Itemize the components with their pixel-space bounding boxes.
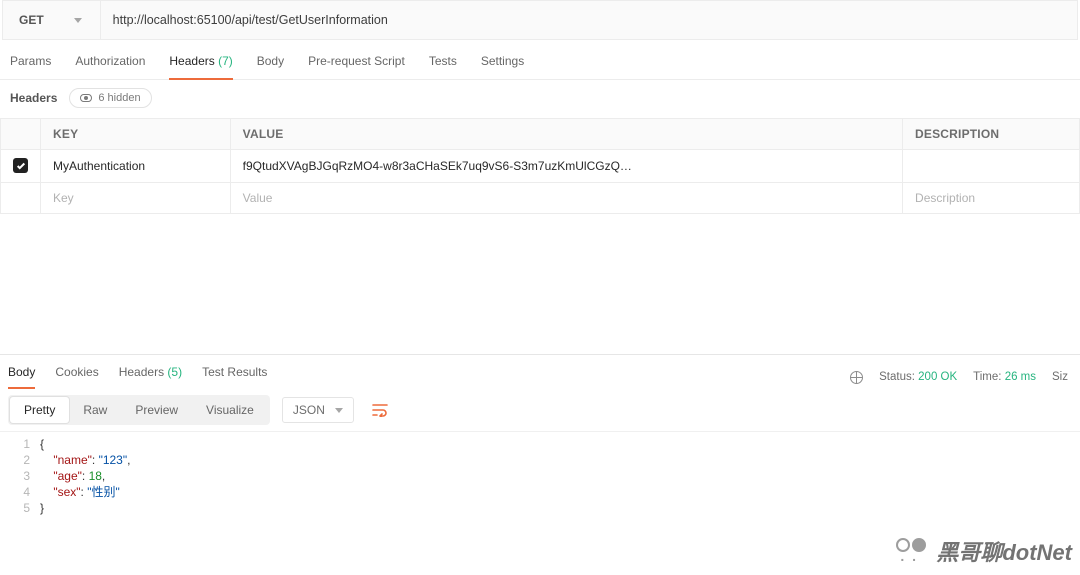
- view-mode-visualize[interactable]: Visualize: [192, 397, 268, 423]
- header-value-cell[interactable]: f9QtudXVAgBJGqRzMO4-w8r3aCHaSEk7uq9vS6-S…: [230, 150, 902, 183]
- language-selector[interactable]: JSON: [282, 397, 354, 423]
- wrap-lines-icon[interactable]: [366, 397, 394, 423]
- col-key: KEY: [41, 119, 231, 150]
- size-block[interactable]: Siz: [1052, 371, 1068, 383]
- view-mode-pretty[interactable]: Pretty: [10, 397, 69, 423]
- response-tabs: Body Cookies Headers (5) Test Results: [8, 365, 267, 389]
- time-block[interactable]: Time: 26 ms: [973, 371, 1036, 383]
- headers-subheader: Headers 6 hidden: [0, 80, 1080, 118]
- header-key-input[interactable]: Key: [41, 182, 231, 213]
- header-desc-cell[interactable]: [903, 150, 1080, 183]
- watermark: . . 黑哥聊dotNet: [896, 535, 1072, 567]
- headers-table: KEY VALUE DESCRIPTION MyAuthenticationf9…: [0, 118, 1080, 214]
- tab-settings[interactable]: Settings: [481, 54, 524, 79]
- tab-tests[interactable]: Tests: [429, 54, 457, 79]
- response-tab-test-results[interactable]: Test Results: [202, 365, 267, 389]
- response-toolbar: PrettyRawPreviewVisualize JSON: [0, 389, 1080, 432]
- view-mode-raw[interactable]: Raw: [69, 397, 121, 423]
- checkbox[interactable]: [13, 158, 28, 173]
- tab-authorization[interactable]: Authorization: [75, 54, 145, 79]
- header-desc-input[interactable]: Description: [903, 182, 1080, 213]
- hidden-headers-text: 6 hidden: [98, 92, 140, 104]
- table-row-new: KeyValueDescription: [1, 182, 1080, 213]
- response-body-editor[interactable]: 12345 { "name": "123", "age": 18, "sex":…: [0, 432, 1080, 516]
- response-tab-cookies[interactable]: Cookies: [55, 365, 98, 389]
- http-method-selector[interactable]: GET: [3, 1, 101, 39]
- wechat-icon: . .: [896, 538, 926, 564]
- network-icon[interactable]: [850, 371, 863, 384]
- tab-params[interactable]: Params: [10, 54, 51, 79]
- header-key-cell[interactable]: MyAuthentication: [41, 150, 231, 183]
- table-row: MyAuthenticationf9QtudXVAgBJGqRzMO4-w8r3…: [1, 150, 1080, 183]
- header-value-input[interactable]: Value: [230, 182, 902, 213]
- tab-headers[interactable]: Headers (7): [169, 54, 232, 79]
- col-check: [1, 119, 41, 150]
- http-method-label: GET: [19, 13, 44, 27]
- request-url-input[interactable]: [101, 1, 1077, 39]
- response-header-bar: Body Cookies Headers (5) Test Results Statu…: [0, 355, 1080, 389]
- request-tabs: Params Authorization Headers (7) Body Pre-re…: [0, 40, 1080, 80]
- response-tab-body[interactable]: Body: [8, 365, 35, 389]
- tab-body[interactable]: Body: [257, 54, 284, 79]
- chevron-down-icon: [335, 408, 343, 413]
- status-block[interactable]: Status: 200 OK: [879, 371, 957, 383]
- col-desc: DESCRIPTION: [903, 119, 1080, 150]
- headers-title: Headers: [10, 91, 57, 105]
- response-tab-headers[interactable]: Headers (5): [119, 365, 182, 389]
- view-mode-segment: PrettyRawPreviewVisualize: [8, 395, 270, 425]
- col-value: VALUE: [230, 119, 902, 150]
- tab-pre-request-script[interactable]: Pre-request Script: [308, 54, 405, 79]
- view-mode-preview[interactable]: Preview: [121, 397, 192, 423]
- hidden-headers-pill[interactable]: 6 hidden: [69, 88, 151, 108]
- response-status-group: Status: 200 OK Time: 26 ms Siz: [850, 371, 1072, 384]
- eye-icon: [80, 94, 92, 102]
- chevron-down-icon: [74, 18, 82, 23]
- request-url-bar: GET: [2, 0, 1078, 40]
